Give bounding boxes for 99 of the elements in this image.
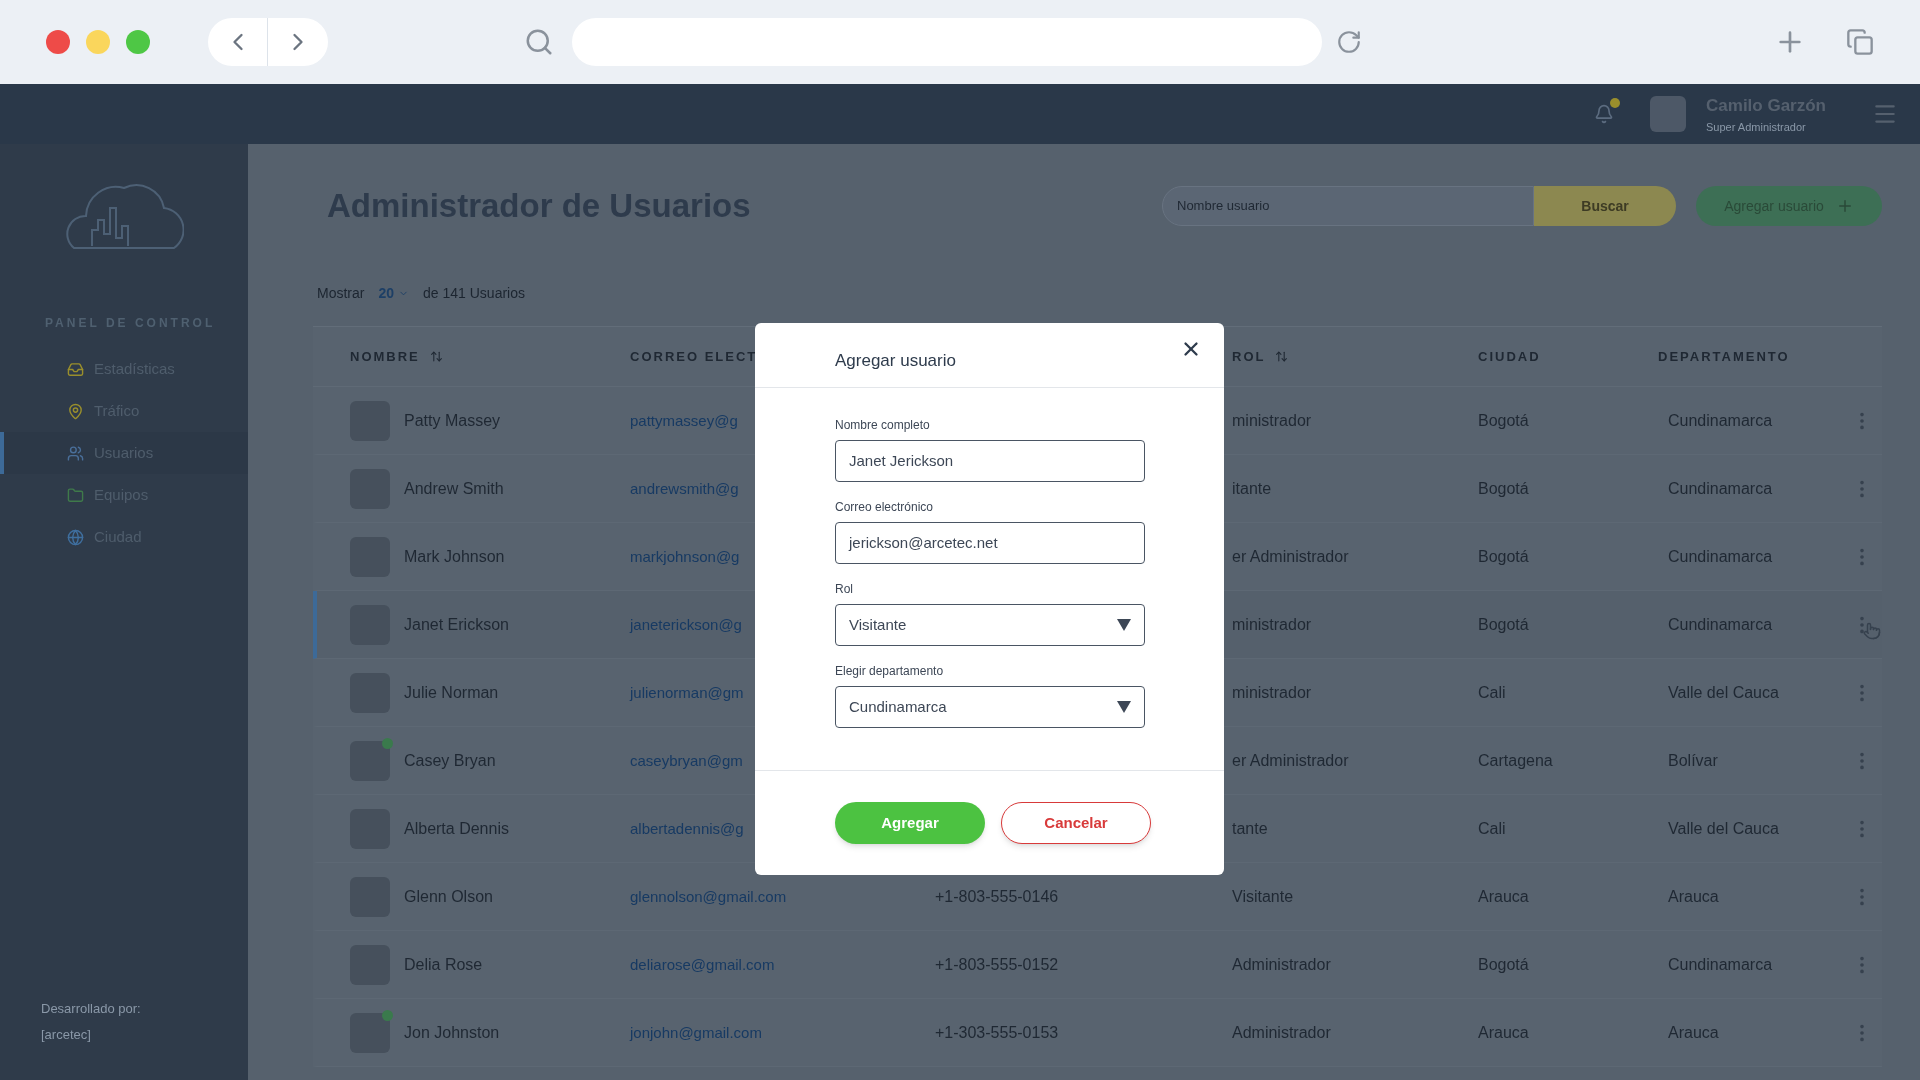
bell-icon[interactable] (1594, 104, 1615, 124)
table-row[interactable]: Delia Rose deliarose@gmail.com +1-803-555-0152 Administrador Bogotá Cundinamarca (313, 931, 1882, 999)
close-window-icon[interactable] (46, 30, 70, 54)
user-role: Super Administrador (1706, 119, 1807, 135)
column-header: CORREO ELECT (630, 347, 758, 366)
select-field[interactable]: Visitante (835, 604, 1145, 646)
photo-placeholder (350, 740, 390, 781)
name-text: Janet Erickson (404, 614, 509, 635)
field-label: Correo electrónico (835, 499, 935, 516)
name-text: Delia Rose (404, 954, 483, 975)
email-link[interactable]: deliarose@gmail.com (630, 955, 775, 973)
search-icon[interactable] (524, 27, 554, 57)
column-header[interactable]: ROL (1232, 346, 1266, 367)
city-text: Cartagena (1478, 751, 1553, 769)
department-text: Cundinamarca (1668, 615, 1773, 633)
name-text: Mark Johnson (404, 546, 505, 567)
email-link[interactable]: markjohnson@g (630, 547, 740, 565)
email-link[interactable]: glennolson@gmail.com (630, 887, 787, 905)
folder-icon (67, 486, 84, 504)
email-link[interactable]: janeterickson@g (630, 615, 742, 633)
role-text: ministrador (1232, 683, 1312, 701)
role-text: Administrador (1232, 955, 1331, 973)
name-text: Patty Massey (404, 410, 501, 431)
sort-icon[interactable] (1275, 350, 1289, 363)
city-text: Arauca (1478, 1023, 1529, 1041)
department-text: Cundinamarca (1668, 547, 1773, 565)
department-text: Valle del Cauca (1668, 683, 1779, 701)
email-link[interactable]: pattymassey@g (630, 411, 738, 429)
department-text: Arauca (1668, 1023, 1719, 1041)
department-text: Valle del Cauca (1668, 819, 1779, 837)
minimize-window-icon[interactable] (86, 30, 110, 54)
column-header[interactable]: NOMBRE (350, 346, 420, 367)
city-text: Bogotá (1478, 547, 1529, 565)
users-icon (67, 444, 84, 462)
table-row[interactable]: Jon Johnston jonjohn@gmail.com +1-303-555-0153 Administrador Arauca Arauca (313, 999, 1882, 1067)
phone-text: +1-803-555-0152 (935, 955, 1059, 973)
name-text: Casey Bryan (404, 750, 496, 771)
input-field[interactable]: jerickson@arcetec.net (835, 522, 1145, 564)
role-text: ministrador (1232, 615, 1312, 633)
role-text: Administrador (1232, 1023, 1331, 1041)
city-text: Bogotá (1478, 615, 1529, 633)
field-label: Elegir departamento (835, 663, 945, 680)
field-label: Rol (835, 581, 854, 598)
city-text: Bogotá (1478, 479, 1529, 497)
pin-icon (67, 402, 84, 420)
search-button[interactable]: Buscar (1534, 186, 1676, 226)
total-count: de 141 Usuarios (423, 283, 525, 303)
department-text: Cundinamarca (1668, 479, 1773, 497)
add-button[interactable]: Agregar (835, 802, 985, 844)
select-field[interactable]: Cundinamarca (835, 686, 1145, 728)
city-text: Cali (1478, 819, 1506, 837)
role-text: tante (1232, 819, 1268, 837)
department-text: Cundinamarca (1668, 955, 1773, 973)
email-link[interactable]: andrewsmith@g (630, 479, 739, 497)
name-text: Jon Johnston (404, 1022, 500, 1043)
pointer-cursor-icon (1863, 621, 1881, 640)
dialog-title: Agregar usuario (835, 350, 956, 373)
dropdown-triangle-icon (1117, 619, 1131, 631)
city-text: Bogotá (1478, 411, 1529, 429)
credit-text: [arcetec] (41, 1025, 92, 1044)
sort-icon[interactable] (429, 350, 443, 363)
department-text: Arauca (1668, 887, 1719, 905)
email-link[interactable]: julienorman@gm (630, 683, 744, 701)
department-text: Cundinamarca (1668, 411, 1773, 429)
search-field[interactable]: Nombre usuario (1162, 186, 1534, 226)
reload-icon[interactable] (1336, 29, 1362, 55)
show-label: Mostrar (317, 283, 365, 303)
input-field[interactable]: Janet Jerickson (835, 440, 1145, 482)
dropdown-triangle-icon (1117, 701, 1131, 713)
field-label: Nombre completo (835, 417, 931, 434)
department-text: Bolívar (1668, 751, 1718, 769)
globe-icon (67, 528, 84, 546)
avatar-placeholder (1650, 96, 1687, 132)
email-link[interactable]: caseybryan@gm (630, 751, 743, 769)
photo-placeholder (350, 1012, 390, 1053)
tabs-icon[interactable] (1846, 28, 1874, 56)
email-link[interactable]: albertadennis@g (630, 819, 744, 837)
city-text: Cali (1478, 683, 1506, 701)
name-text: Glenn Olson (404, 886, 493, 907)
phone-text: +1-303-555-0153 (935, 1023, 1059, 1041)
role-text: ministrador (1232, 411, 1312, 429)
city-text: Arauca (1478, 887, 1529, 905)
maximize-window-icon[interactable] (126, 30, 150, 54)
email-link[interactable]: jonjohn@gmail.com (630, 1023, 762, 1041)
name-text: Julie Norman (404, 682, 499, 703)
column-header: DEPARTAMENTO (1658, 347, 1790, 366)
name-text: Andrew Smith (404, 478, 504, 499)
role-text: er Administrador (1232, 751, 1349, 769)
page-size-dropdown[interactable]: 20 (378, 282, 410, 304)
city-text: Bogotá (1478, 955, 1529, 973)
name-text: Alberta Dennis (404, 818, 509, 839)
column-header: CIUDAD (1478, 347, 1541, 366)
role-text: itante (1232, 479, 1272, 497)
tray-icon (67, 360, 84, 378)
role-text: Visitante (1232, 887, 1294, 905)
phone-text: +1-803-555-0146 (935, 887, 1059, 905)
cancel-button[interactable]: Cancelar (1001, 802, 1151, 844)
role-text: er Administrador (1232, 547, 1349, 565)
credit-text: Desarrollado por: (41, 1000, 142, 1018)
